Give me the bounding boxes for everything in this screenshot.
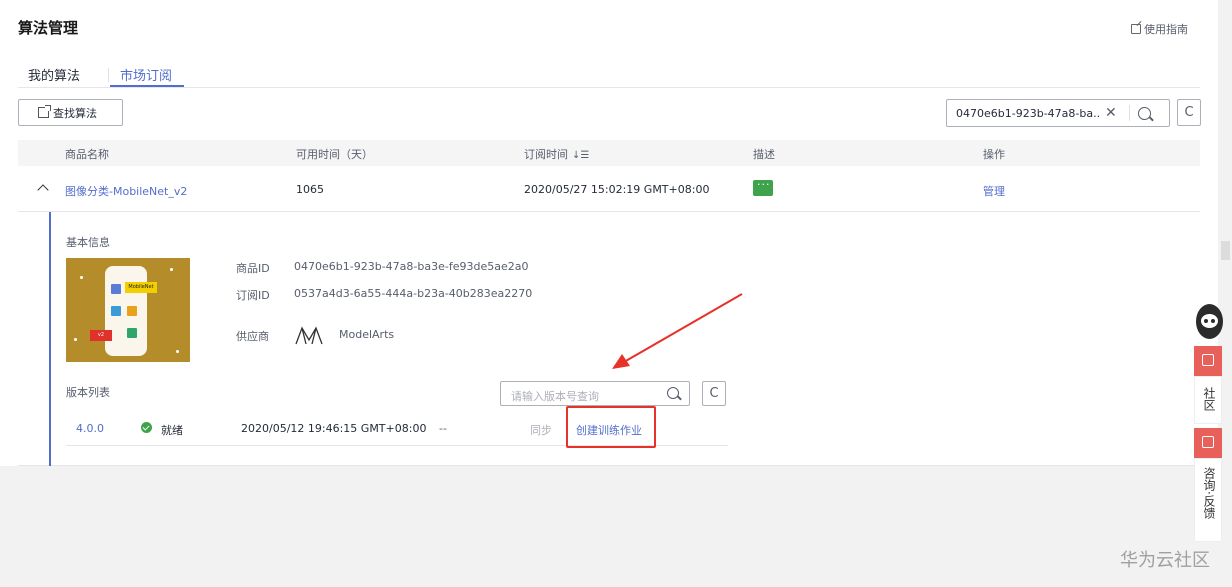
version-number[interactable]: 4.0.0 xyxy=(76,422,104,435)
search-divider xyxy=(1129,105,1130,121)
table-header: 商品名称 可用时间（天） 订阅时间 ↓☰ 描述 操作 xyxy=(18,140,1200,166)
page: 算法管理 使用指南 我的算法 市场订阅 查找算法 0470e6b1-923b-4… xyxy=(0,0,1232,587)
version-search-placeholder: 请输入版本号查询 xyxy=(511,390,599,403)
tab-divider xyxy=(108,68,109,82)
sync-link[interactable]: 同步 xyxy=(530,422,552,438)
community-button[interactable]: 社区 xyxy=(1194,376,1222,424)
table-row: 图像分类-MobileNet_v2 1065 2020/05/27 15:02:… xyxy=(18,166,1200,212)
watermark: 华为云社区 xyxy=(1120,550,1210,571)
refresh-icon: C xyxy=(1184,105,1194,120)
algorithm-thumbnail: MobileNet v2 xyxy=(66,258,190,362)
version-list-title: 版本列表 xyxy=(66,386,110,399)
robot-face xyxy=(1201,314,1218,328)
manage-link[interactable]: 管理 xyxy=(983,183,1005,199)
col-description: 描述 xyxy=(753,148,775,161)
product-id-value: 0470e6b1-923b-47a8-ba3e-fe93de5ae2a0 xyxy=(294,260,529,273)
community-icon-tile[interactable] xyxy=(1194,346,1222,376)
guide-label: 使用指南 xyxy=(1144,23,1188,36)
page-title: 算法管理 xyxy=(18,19,79,37)
tab-my-algorithms[interactable]: 我的算法 xyxy=(28,65,80,84)
available-days: 1065 xyxy=(296,183,324,196)
order-id-value: 0537a4d3-6a55-444a-b23a-40b283ea2270 xyxy=(294,287,533,300)
col-product-name: 商品名称 xyxy=(65,148,109,161)
message-icon[interactable] xyxy=(753,178,773,196)
col-subscribe-time[interactable]: 订阅时间 ↓☰ xyxy=(524,146,589,162)
version-time: 2020/05/12 19:46:15 GMT+08:00 xyxy=(241,422,427,435)
feedback-icon-tile[interactable] xyxy=(1194,428,1222,458)
decor-dot xyxy=(170,268,173,271)
scrollbar-thumb[interactable] xyxy=(1221,241,1230,260)
collapse-icon[interactable] xyxy=(37,184,49,196)
app-tile xyxy=(111,306,121,316)
feedback-label: 咨询·反馈 xyxy=(1202,467,1216,519)
check-circle-icon xyxy=(141,422,152,433)
version-search-input[interactable]: 请输入版本号查询 xyxy=(500,381,690,406)
highlight-box xyxy=(566,406,656,448)
order-id-label: 订阅ID xyxy=(236,289,270,302)
refresh-button[interactable]: C xyxy=(1177,99,1201,126)
search-icon[interactable] xyxy=(667,387,679,399)
app-tile xyxy=(111,284,121,294)
find-algorithm-label: 查找算法 xyxy=(53,106,97,120)
vendor-label: 供应商 xyxy=(236,330,269,343)
content-card: 算法管理 使用指南 我的算法 市场订阅 查找算法 0470e6b1-923b-4… xyxy=(0,0,1218,466)
decor-dot xyxy=(176,350,179,353)
version-dash: -- xyxy=(439,422,447,435)
col-operation: 操作 xyxy=(983,148,1005,161)
edit-icon xyxy=(1131,24,1141,34)
phone-illustration xyxy=(105,266,147,356)
search-input[interactable]: 0470e6b1-923b-47a8-ba... ✕ xyxy=(946,99,1170,127)
product-name-link[interactable]: 图像分类-MobileNet_v2 xyxy=(65,183,187,199)
decor-dot xyxy=(74,338,77,341)
search-value: 0470e6b1-923b-47a8-ba... xyxy=(956,106,1099,120)
close-icon[interactable]: ✕ xyxy=(1105,106,1119,120)
sort-icon[interactable]: ↓☰ xyxy=(572,150,589,161)
app-tile xyxy=(127,306,137,316)
vendor-value: ModelArts xyxy=(339,328,395,341)
version-refresh-button[interactable]: C xyxy=(702,381,726,406)
product-id-label: 商品ID xyxy=(236,262,270,275)
decor-dot xyxy=(80,276,83,279)
version-tag: v2 xyxy=(90,330,112,341)
col-available-days: 可用时间（天） xyxy=(296,148,373,161)
feedback-button[interactable]: 咨询·反馈 xyxy=(1194,458,1222,542)
tab-market-subscription[interactable]: 市场订阅 xyxy=(120,65,172,84)
modelarts-logo-icon xyxy=(295,326,323,345)
app-tile xyxy=(127,328,137,338)
find-algorithm-button[interactable]: 查找算法 xyxy=(18,99,123,126)
mobilenet-tag: MobileNet xyxy=(125,282,157,293)
chat-icon xyxy=(1202,436,1214,448)
refresh-icon: C xyxy=(709,386,719,401)
active-tab-indicator xyxy=(110,85,184,87)
search-icon[interactable] xyxy=(1138,106,1151,120)
subscribe-time: 2020/05/27 15:02:19 GMT+08:00 xyxy=(524,183,710,196)
version-status: 就绪 xyxy=(161,424,183,437)
community-label: 社区 xyxy=(1202,387,1216,411)
tab-bar: 我的算法 市场订阅 xyxy=(18,58,1200,88)
community-icon xyxy=(1202,354,1214,366)
col-subscribe-time-label: 订阅时间 xyxy=(524,148,568,161)
assistant-robot-icon[interactable] xyxy=(1196,304,1223,339)
basic-info-title: 基本信息 xyxy=(66,236,110,249)
guide-link[interactable]: 使用指南 xyxy=(1131,21,1188,37)
external-link-icon xyxy=(38,105,51,118)
expanded-detail: 基本信息 MobileNet v2 商品ID 0470e6b1-923b-47a… xyxy=(18,212,1200,466)
expand-indicator xyxy=(49,212,51,466)
